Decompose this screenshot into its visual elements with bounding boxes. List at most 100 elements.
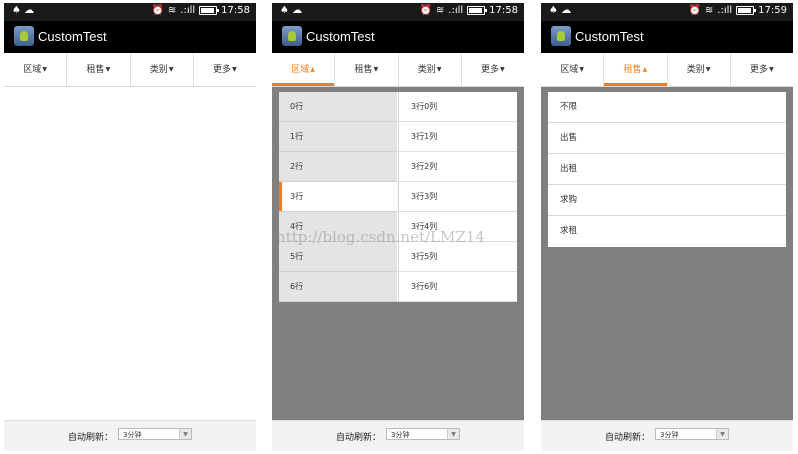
action-bar: CustomTest xyxy=(4,21,256,53)
alarm-icon: ⏰ xyxy=(151,5,164,16)
tab-more[interactable]: 更多▼ xyxy=(731,53,793,86)
list-item[interactable]: 3行2列 xyxy=(399,152,517,182)
list-item[interactable]: 4行 xyxy=(279,212,397,242)
triangle-down-icon: ▼ xyxy=(105,66,111,73)
list-item[interactable]: 0行 xyxy=(279,92,397,122)
app-icon xyxy=(551,26,571,46)
chevron-down-icon: ▼ xyxy=(716,429,728,439)
tab-label: 更多 xyxy=(213,65,232,75)
alarm-icon: ⏰ xyxy=(688,5,701,16)
action-bar: CustomTest xyxy=(541,21,793,53)
status-bar: ♠ ☁ ⏰ ≋ .:ıll 17:59 xyxy=(541,3,793,21)
triangle-up-icon: ▲ xyxy=(642,66,648,73)
wifi-icon: ≋ xyxy=(167,5,177,16)
row-list: 0行 1行 2行 3行 4行 5行 6行 xyxy=(279,92,397,302)
status-time: 17:58 xyxy=(221,5,250,16)
app-title: CustomTest xyxy=(306,29,375,44)
auto-refresh-label: 自动刷新： xyxy=(68,433,114,443)
triangle-down-icon: ▼ xyxy=(579,66,584,73)
dim-overlay[interactable]: 不限 出售 出租 求购 求租 xyxy=(541,87,793,421)
option-item[interactable]: 求购 xyxy=(548,185,786,216)
sale-rent-dropdown: 不限 出售 出租 求购 求租 xyxy=(548,92,786,247)
notification-icons: ♠ ☁ xyxy=(280,5,303,16)
phone-screen-3: ♠ ☁ ⏰ ≋ .:ıll 17:59 CustomTest 区域▼ 租售▲ 类… xyxy=(541,3,793,451)
bottom-bar: 自动刷新： 3分钟 ▼ xyxy=(272,420,524,451)
battery-icon xyxy=(736,6,757,15)
option-item[interactable]: 出租 xyxy=(548,154,786,185)
triangle-up-icon: ▲ xyxy=(310,66,315,73)
list-item[interactable]: 5行 xyxy=(279,242,397,272)
chevron-down-icon: ▼ xyxy=(447,429,459,439)
chevron-down-icon: ▼ xyxy=(179,429,191,439)
refresh-interval-select[interactable]: 3分钟 ▼ xyxy=(386,428,460,440)
tab-area[interactable]: 区域▲ xyxy=(272,53,336,86)
signal-icon: .:ıll xyxy=(180,5,196,16)
app-title: CustomTest xyxy=(38,29,107,44)
status-bar: ♠ ☁ ⏰ ≋ .:ıll 17:58 xyxy=(4,3,256,21)
content-area xyxy=(4,87,256,421)
tab-area[interactable]: 区域▼ xyxy=(4,53,68,86)
tab-label: 区域 xyxy=(291,65,310,75)
tab-label: 租售 xyxy=(623,65,642,75)
refresh-value: 3分钟 xyxy=(660,431,679,439)
tab-category[interactable]: 类别▼ xyxy=(131,53,194,86)
filter-tabs: 区域▼ 租售▼ 类别▼ 更多▼ xyxy=(4,53,256,87)
tab-sale-rent[interactable]: 租售▼ xyxy=(67,53,131,86)
column-list: 3行0列 3行1列 3行2列 3行3列 3行4列 3行5列 3行6列 xyxy=(398,92,517,302)
triangle-down-icon: ▼ xyxy=(769,66,774,73)
phone-screen-1: ♠ ☁ ⏰ ≋ .:ıll 17:58 CustomTest 区域▼ 租售▼ 类… xyxy=(4,3,256,451)
status-time: 17:58 xyxy=(489,5,518,16)
action-bar: CustomTest xyxy=(272,21,524,53)
tab-sale-rent[interactable]: 租售▲ xyxy=(604,53,668,86)
notification-icons: ♠ ☁ xyxy=(549,5,572,16)
tab-category[interactable]: 类别▼ xyxy=(668,53,731,86)
phone-screen-2: ♠ ☁ ⏰ ≋ .:ıll 17:58 CustomTest 区域▲ 租售▼ 类… xyxy=(272,3,524,451)
tab-sale-rent[interactable]: 租售▼ xyxy=(335,53,399,86)
filter-tabs: 区域▼ 租售▲ 类别▼ 更多▼ xyxy=(541,53,793,87)
list-item[interactable]: 3行0列 xyxy=(399,92,517,122)
list-item[interactable]: 6行 xyxy=(279,272,397,302)
notification-icons: ♠ ☁ xyxy=(12,5,35,16)
triangle-down-icon: ▼ xyxy=(168,66,174,73)
battery-icon xyxy=(199,6,220,15)
refresh-interval-select[interactable]: 3分钟 ▼ xyxy=(118,428,192,440)
alarm-icon: ⏰ xyxy=(419,5,432,16)
refresh-interval-select[interactable]: 3分钟 ▼ xyxy=(655,428,729,440)
refresh-value: 3分钟 xyxy=(391,431,410,439)
dim-overlay[interactable]: 0行 1行 2行 3行 4行 5行 6行 3行0列 3行1列 3行2列 3行3列… xyxy=(272,87,524,421)
tab-label: 租售 xyxy=(354,65,373,75)
triangle-down-icon: ▼ xyxy=(42,66,47,73)
tab-category[interactable]: 类别▼ xyxy=(399,53,462,86)
tab-label: 类别 xyxy=(686,65,705,75)
app-icon xyxy=(282,26,302,46)
refresh-value: 3分钟 xyxy=(123,431,142,439)
triangle-down-icon: ▼ xyxy=(436,66,442,73)
option-item[interactable]: 不限 xyxy=(548,92,786,123)
triangle-down-icon: ▼ xyxy=(705,66,711,73)
tab-label: 更多 xyxy=(481,65,500,75)
list-item[interactable]: 3行5列 xyxy=(399,242,517,272)
tab-more[interactable]: 更多▼ xyxy=(462,53,524,86)
option-item[interactable]: 求租 xyxy=(548,216,786,247)
list-item[interactable]: 1行 xyxy=(279,122,397,152)
status-bar: ♠ ☁ ⏰ ≋ .:ıll 17:58 xyxy=(272,3,524,21)
list-item[interactable]: 3行4列 xyxy=(399,212,517,242)
triangle-down-icon: ▼ xyxy=(232,66,237,73)
list-item[interactable]: 3行1列 xyxy=(399,122,517,152)
battery-icon xyxy=(467,6,488,15)
status-time: 17:59 xyxy=(758,5,787,16)
list-item[interactable]: 2行 xyxy=(279,152,397,182)
tab-area[interactable]: 区域▼ xyxy=(541,53,605,86)
option-item[interactable]: 出售 xyxy=(548,123,786,154)
list-item[interactable]: 3行3列 xyxy=(399,182,517,212)
wifi-icon: ≋ xyxy=(704,5,714,16)
auto-refresh-label: 自动刷新： xyxy=(605,433,651,443)
tab-label: 类别 xyxy=(149,65,168,75)
triangle-down-icon: ▼ xyxy=(500,66,505,73)
list-item-selected[interactable]: 3行 xyxy=(279,182,397,212)
tab-label: 租售 xyxy=(86,65,105,75)
tab-label: 区域 xyxy=(560,65,579,75)
list-item[interactable]: 3行6列 xyxy=(399,272,517,302)
area-dropdown: 0行 1行 2行 3行 4行 5行 6行 3行0列 3行1列 3行2列 3行3列… xyxy=(279,92,517,302)
tab-more[interactable]: 更多▼ xyxy=(194,53,256,86)
